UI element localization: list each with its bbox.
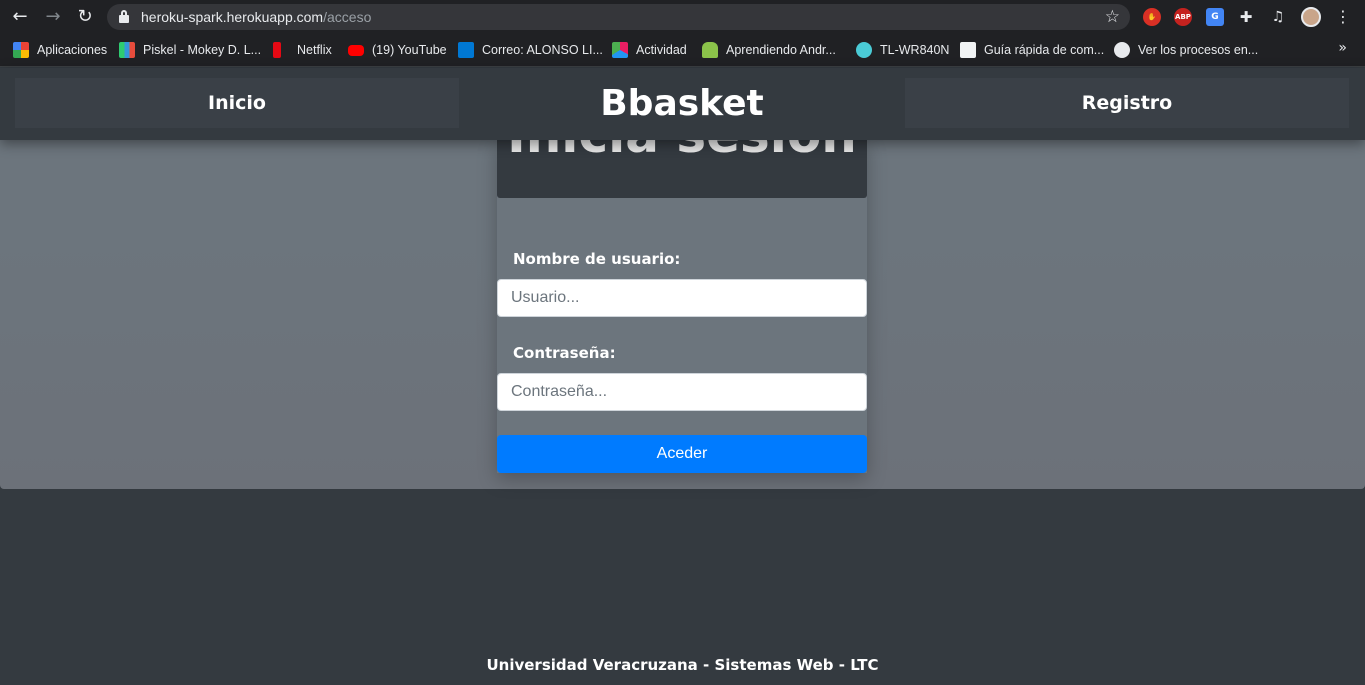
password-input[interactable] [497,373,867,411]
bookmark-actividad[interactable]: Actividad [612,41,687,59]
bookmark-aplicaciones[interactable]: Aplicaciones [13,41,107,59]
bookmark-label: Netflix [297,43,332,57]
bookmark-guia[interactable]: Guía rápida de com... [960,41,1104,59]
footer-text: Universidad Veracruzana - Sistemas Web -… [486,656,879,674]
bookmark-label: Aplicaciones [37,43,108,57]
google-translate-icon[interactable]: G [1206,8,1224,26]
media-control-icon[interactable]: ♫ [1269,8,1287,26]
puzzle-extensions-icon[interactable]: ✚ [1237,8,1255,26]
address-bar[interactable]: heroku-spark.herokuapp.com/acceso ☆ [107,4,1130,30]
tplink-icon [856,42,872,58]
bookmark-piskel[interactable]: Piskel - Mokey D. L... [119,41,261,59]
browser-toolbar: ← → ↻ heroku-spark.herokuapp.com/acceso … [0,0,1365,34]
chevron-double-right-icon[interactable]: » [1338,40,1347,56]
profile-avatar[interactable] [1301,7,1321,27]
bookmark-star-icon[interactable]: ☆ [1105,7,1120,27]
login-card-header: Inicia sesion [497,140,867,198]
adblock-plus-icon[interactable]: ABP [1174,8,1192,26]
bookmark-label: Actividad [636,43,687,57]
login-card: Inicia sesion Nombre de usuario: Contras… [497,140,867,473]
site-brand[interactable]: Bbasket [460,76,904,130]
forward-icon[interactable]: → [43,7,63,27]
site-navbar: Inicio Bbasket Registro [0,68,1365,140]
back-icon[interactable]: ← [10,7,30,27]
guide-icon [960,42,976,58]
bookmark-label: Piskel - Mokey D. L... [143,43,262,57]
stop-extension-icon[interactable]: ✋ [1143,8,1161,26]
url-text[interactable]: heroku-spark.herokuapp.com/acceso [141,9,371,25]
bookmark-label: (19) YouTube [372,43,447,57]
bookmark-tplink[interactable]: TL-WR840N [856,41,949,59]
password-label: Contraseña: [513,344,616,362]
bookmark-android[interactable]: Aprendiendo Andr... [702,41,836,59]
username-input[interactable] [497,279,867,317]
bookmark-netflix[interactable]: Netflix [273,41,332,59]
globe-icon [1114,42,1130,58]
login-title: Inicia sesion [497,140,867,164]
nav-register-link[interactable]: Registro [905,78,1349,128]
lock-icon [119,10,129,23]
login-submit-button[interactable]: Aceder [497,435,867,473]
bookmark-label: Guía rápida de com... [984,43,1105,57]
netflix-icon [273,42,281,58]
bookmark-label: Correo: ALONSO LI... [482,43,603,57]
bookmark-youtube[interactable]: (19) YouTube [348,41,447,59]
bookmark-correo[interactable]: Correo: ALONSO LI... [458,41,603,59]
bookmarks-bar: Aplicaciones Piskel - Mokey D. L... Netf… [0,34,1365,67]
nav-home-link[interactable]: Inicio [15,78,459,128]
bookmark-label: Ver los procesos en... [1138,43,1259,57]
android-icon [702,42,718,58]
bookmark-label: TL-WR840N [880,43,950,57]
actividad-icon [612,42,628,58]
reload-icon[interactable]: ↻ [75,7,95,27]
username-label: Nombre de usuario: [513,250,681,268]
outlook-icon [458,42,474,58]
bookmark-procesos[interactable]: Ver los procesos en... [1114,41,1258,59]
menu-kebab-icon[interactable]: ⋮ [1333,7,1353,27]
page-content: Inicia sesion Nombre de usuario: Contras… [0,68,1365,685]
bookmark-label: Aprendiendo Andr... [726,43,836,57]
youtube-icon [348,44,364,56]
apps-grid-icon [13,42,29,58]
piskel-icon [119,42,135,58]
